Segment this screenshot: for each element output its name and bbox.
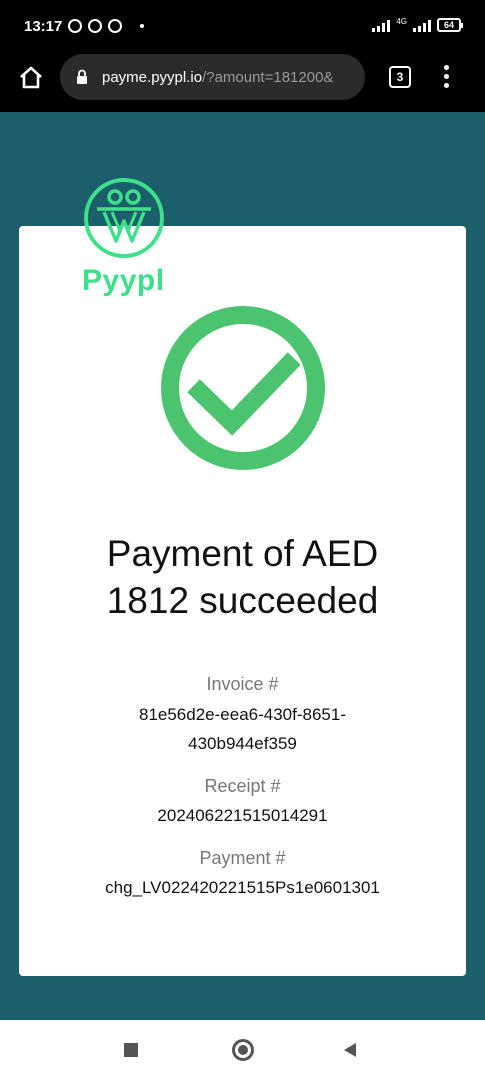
pyypl-wordmark: Pyypl (82, 264, 165, 297)
invoice-value-line-2: 430b944ef359 (188, 734, 297, 753)
recent-apps-icon[interactable] (124, 1043, 138, 1057)
address-bar[interactable]: payme.pyypl.io/?amount=181200& (60, 54, 365, 100)
notification-icons (68, 19, 144, 33)
signal-icon (372, 18, 391, 32)
check-circle-icon (161, 306, 325, 470)
payment-label: Payment # (199, 848, 286, 868)
receipt-value: 202406221515014291 (157, 806, 328, 825)
title-line-2: 1812 succeeded (106, 580, 379, 621)
back-icon[interactable] (342, 1042, 358, 1058)
notification-app-icon (88, 19, 102, 33)
status-time: 13:17 (24, 18, 63, 35)
invoice-value-line-1: 81e56d2e-eea6-430f-8651- (138, 705, 346, 724)
whatsapp-icon (68, 19, 82, 33)
url-host: payme.pyypl.io (102, 68, 203, 86)
tab-switcher-button[interactable]: 3 (389, 66, 411, 88)
system-navigation-bar (0, 1020, 485, 1080)
invoice-label: Invoice # (206, 674, 279, 694)
signal-icon-2 (413, 18, 431, 32)
notification-app-icon-2 (108, 19, 122, 33)
browser-toolbar: payme.pyypl.io/?amount=181200& 3 (0, 52, 485, 112)
lock-icon (77, 69, 87, 84)
network-type-label: 4G (396, 17, 407, 26)
status-bar: 13:17 4G 64 (0, 0, 485, 52)
url-path: /?amount=181200& (202, 68, 334, 86)
title-line-1: Payment of AED (106, 533, 379, 574)
pyypl-logo-mark (84, 178, 164, 258)
battery-icon: 64 (437, 18, 463, 32)
home-icon[interactable] (18, 64, 44, 90)
status-indicators: 4G 64 (372, 17, 463, 32)
more-vert-icon[interactable] (444, 65, 450, 89)
invoice-value: 81e56d2e-eea6-430f-8651- 430b944ef359 (19, 700, 466, 758)
more-notifications-icon (140, 24, 144, 28)
payment-value: chg_LV022420221515Ps1e0601301 (105, 878, 380, 897)
payment-success-title: Payment of AED 1812 succeeded (19, 530, 466, 624)
receipt-label: Receipt # (204, 776, 281, 796)
home-circle-icon[interactable] (232, 1039, 254, 1061)
pyypl-logo: Pyypl (82, 176, 166, 300)
